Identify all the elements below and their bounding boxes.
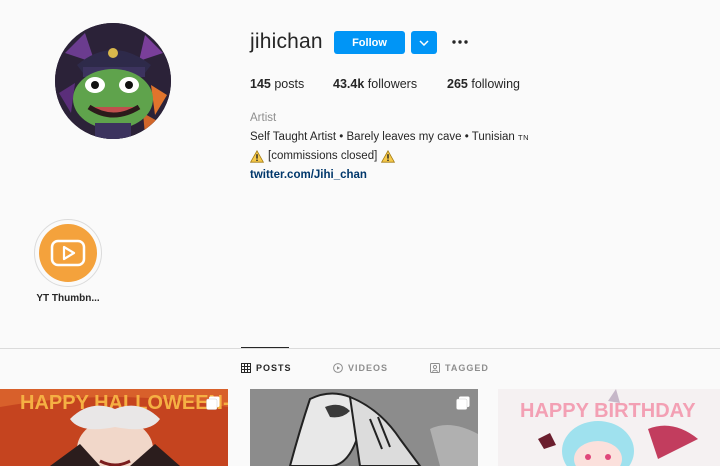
followers-label: followers (367, 77, 418, 91)
posts-count: 145 (250, 77, 271, 91)
video-icon (333, 363, 343, 373)
bio-commission-status: [commissions closed] (268, 150, 378, 162)
tab-posts[interactable]: POSTS (241, 363, 292, 373)
post-image: HAPPY HALLOWEEN-ish (0, 389, 228, 466)
post-thumbnail[interactable]: HAPPY BIRTHDAY (498, 389, 720, 466)
bio-category: Artist (250, 112, 277, 124)
tunisia-flag-icon: TN (518, 133, 530, 142)
follow-button[interactable]: Follow (334, 31, 405, 54)
highlight-cover (39, 224, 97, 282)
bio-link[interactable]: twitter.com/Jihi_chan (250, 166, 529, 185)
tab-tagged[interactable]: TAGGED (430, 363, 489, 373)
chevron-down-icon (419, 39, 429, 46)
tab-videos[interactable]: VIDEOS (333, 363, 388, 373)
profile-username: jihichan (250, 30, 323, 53)
tab-label: VIDEOS (348, 363, 389, 373)
warning-icon (250, 150, 264, 163)
tagged-icon (430, 363, 440, 373)
tab-label: POSTS (256, 363, 292, 373)
followers-stat[interactable]: 43.4k followers (333, 77, 447, 91)
post-thumbnail[interactable]: HAPPY HALLOWEEN-ish (0, 389, 228, 466)
more-icon (452, 40, 468, 44)
post-image (250, 389, 478, 466)
bio-line-2: [commissions closed] (250, 147, 529, 166)
following-label: following (471, 77, 520, 91)
bio-text: Self Taught Artist • Barely leaves my ca… (250, 131, 515, 143)
story-highlight[interactable] (34, 219, 102, 287)
warning-icon (381, 150, 396, 163)
followers-count: 43.4k (333, 77, 365, 91)
multiple-photos-icon (456, 396, 470, 410)
profile-bio: Artist Self Taught Artist • Barely leave… (250, 109, 529, 185)
grid-icon (241, 363, 251, 373)
post-image: HAPPY BIRTHDAY (498, 389, 720, 466)
following-stat[interactable]: 265 following (447, 77, 520, 91)
following-count: 265 (447, 77, 468, 91)
tab-label: TAGGED (445, 363, 489, 373)
highlight-label: YT Thumbn... (36, 293, 100, 304)
post-art-text: HAPPY BIRTHDAY (520, 400, 696, 422)
profile-avatar[interactable] (55, 23, 171, 139)
posts-label: posts (274, 77, 305, 91)
multiple-photos-icon (206, 396, 220, 410)
more-options-button[interactable] (449, 33, 471, 51)
active-tab-indicator (241, 347, 289, 348)
posts-stat: 145 posts (250, 77, 333, 91)
tabs-divider (0, 348, 720, 349)
bio-line-1: Self Taught Artist • Barely leaves my ca… (250, 128, 529, 147)
play-icon (50, 239, 86, 267)
suggested-dropdown-button[interactable] (411, 31, 437, 54)
profile-stats: 145 posts 43.4k followers 265 following (250, 77, 520, 91)
post-thumbnail[interactable] (250, 389, 478, 466)
